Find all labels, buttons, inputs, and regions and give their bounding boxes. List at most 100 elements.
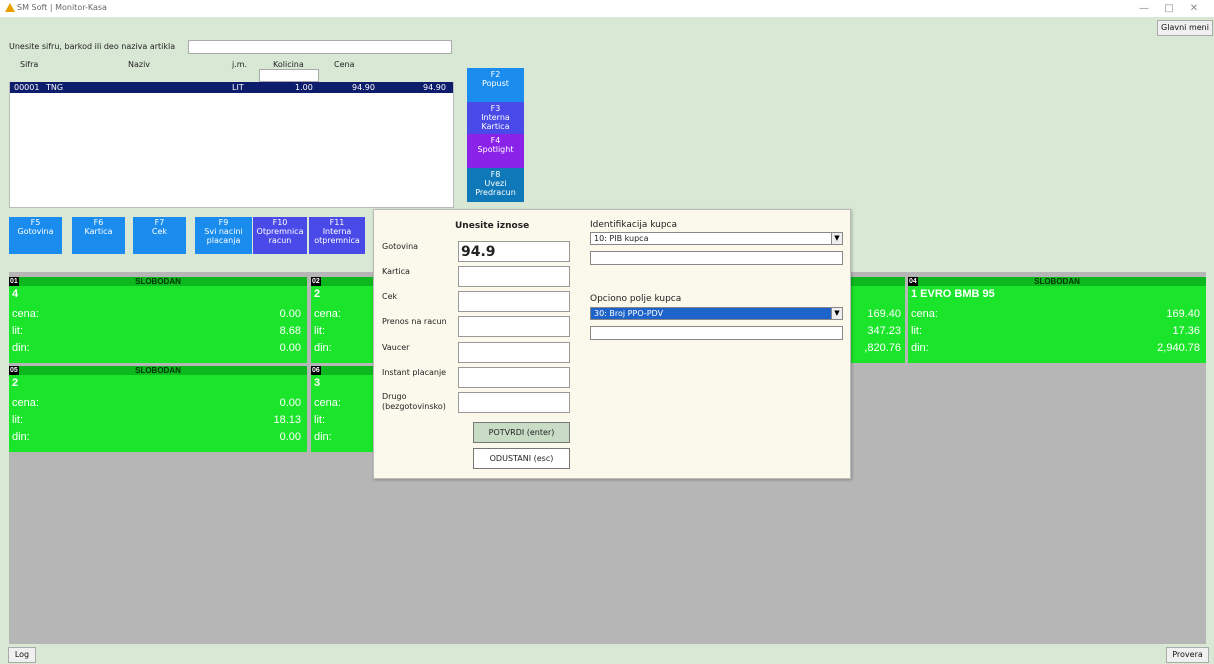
- card-button[interactable]: F6 Kartica: [72, 217, 125, 254]
- liters-value: 347.23: [867, 325, 901, 337]
- panel-product: 1 EVRO BMB 95: [911, 288, 995, 300]
- bank-transfer-input[interactable]: [458, 316, 570, 337]
- dinars-value: 2,940.78: [1157, 342, 1200, 354]
- minimize-icon[interactable]: —: [1132, 1, 1156, 16]
- optional-field-selected: 30: Broj PPO-PDV: [594, 309, 664, 318]
- search-label: Unesite sifru, barkod ili deo naziva art…: [9, 42, 176, 51]
- voucher-label: Vaucer: [382, 343, 410, 352]
- panel-status: SLOBODAN: [135, 366, 181, 375]
- internal-card-button[interactable]: F3 Interna Kartica: [467, 102, 524, 134]
- card-label: Kartica: [382, 267, 410, 276]
- item-code: 00001: [14, 83, 40, 92]
- other-payment-label: Drugo (bezgotovinsko): [382, 392, 446, 411]
- cash-button[interactable]: F5 Gotovina: [9, 217, 62, 254]
- panel-product: 3: [314, 377, 321, 389]
- button-label: Interna otpremnica: [314, 227, 360, 245]
- button-label: Interna Kartica: [481, 113, 510, 131]
- column-header-code: Sifra: [20, 60, 39, 69]
- price-value: 169.40: [867, 308, 901, 320]
- panel-product: 2: [314, 288, 321, 300]
- main-menu-button[interactable]: Glavni meni: [1157, 20, 1213, 36]
- maximize-icon[interactable]: □: [1157, 1, 1181, 16]
- import-invoice-button[interactable]: F8 Uvezi Predracun: [467, 168, 524, 202]
- key-label: F4: [490, 136, 501, 145]
- column-header-name: Naziv: [128, 60, 151, 69]
- liters-value: 8.68: [279, 325, 301, 337]
- pump-panel-03[interactable]: 169.40 347.23 ,820.76: [851, 277, 905, 363]
- key-label: F10: [272, 218, 288, 227]
- chevron-down-icon[interactable]: ▼: [831, 233, 842, 244]
- button-label: Spotlight: [477, 145, 514, 154]
- dinars-value: ,820.76: [864, 342, 901, 354]
- liters-label: lit:: [911, 325, 922, 337]
- key-label: F11: [329, 218, 345, 227]
- status-bar: [0, 644, 1214, 664]
- pump-panel-04[interactable]: 04 SLOBODAN 1 EVRO BMB 95 cena: 169.40 l…: [908, 277, 1206, 363]
- key-label: F7: [154, 218, 165, 227]
- panel-number: 02: [311, 277, 321, 286]
- dinars-label: din:: [12, 342, 30, 354]
- log-button[interactable]: Log: [8, 647, 36, 663]
- item-list[interactable]: [9, 82, 454, 208]
- column-header-price: Cena: [334, 60, 355, 69]
- button-label: Svi nacini placanja: [204, 227, 243, 245]
- other-payment-input[interactable]: [458, 392, 570, 413]
- dinars-label: din:: [314, 431, 332, 443]
- pump-panel-05[interactable]: 05 SLOBODAN 2 cena: 0.00 lit: 18.13 din:…: [9, 366, 307, 452]
- optional-field-select[interactable]: 30: Broj PPO-PDV ▼: [590, 307, 843, 320]
- liters-value: 18.13: [273, 414, 301, 426]
- discount-button[interactable]: F2 Popust: [467, 68, 524, 102]
- quantity-input[interactable]: [259, 69, 319, 82]
- panel-number: 06: [311, 366, 321, 375]
- price-label: cena:: [911, 308, 938, 320]
- check-button-bottom[interactable]: Provera: [1166, 647, 1209, 663]
- dinars-value: 0.00: [279, 342, 301, 354]
- confirm-button[interactable]: POTVRDI (enter): [473, 422, 570, 443]
- price-label: cena:: [12, 397, 39, 409]
- search-input[interactable]: [188, 40, 452, 54]
- customer-id-label: Identifikacija kupca: [590, 220, 678, 230]
- key-label: F9: [218, 218, 229, 227]
- pump-panel-02[interactable]: 02 2 cena: lit: din:: [311, 277, 373, 363]
- customer-id-select[interactable]: 10: PIB kupca ▼: [590, 232, 843, 245]
- spotlight-button[interactable]: F4 Spotlight: [467, 134, 524, 168]
- panel-status: SLOBODAN: [1034, 277, 1080, 286]
- item-qty: 1.00: [295, 83, 313, 92]
- optional-field-input[interactable]: [590, 326, 843, 340]
- item-total: 94.90: [423, 83, 446, 92]
- app-icon: [5, 3, 15, 12]
- all-payments-button[interactable]: F9 Svi nacini placanja: [195, 217, 252, 254]
- card-amount-input[interactable]: [458, 266, 570, 287]
- cancel-button[interactable]: ODUSTANI (esc): [473, 448, 570, 469]
- price-label: cena:: [314, 397, 341, 409]
- voucher-input[interactable]: [458, 342, 570, 363]
- pump-panel-06[interactable]: 06 3 cena: lit: din:: [311, 366, 373, 452]
- table-row[interactable]: 00001 TNG LIT 1.00 94.90 94.90: [10, 82, 453, 93]
- liters-label: lit:: [314, 325, 325, 337]
- liters-label: lit:: [314, 414, 325, 426]
- check-amount-input[interactable]: [458, 291, 570, 312]
- close-icon[interactable]: ✕: [1182, 1, 1206, 16]
- panel-header: [851, 277, 905, 286]
- cash-label: Gotovina: [382, 242, 419, 251]
- internal-delivery-button[interactable]: F11 Interna otpremnica: [309, 217, 365, 254]
- price-value: 0.00: [279, 397, 301, 409]
- button-label: Kartica: [84, 227, 113, 236]
- dinars-label: din:: [12, 431, 30, 443]
- chevron-down-icon[interactable]: ▼: [831, 308, 842, 319]
- delivery-invoice-button[interactable]: F10 Otpremnica racun: [253, 217, 307, 254]
- button-label: Popust: [482, 79, 509, 88]
- pump-panel-01[interactable]: 01 SLOBODAN 4 cena: 0.00 lit: 8.68 din: …: [9, 277, 307, 363]
- optional-field-label: Opciono polje kupca: [590, 294, 682, 304]
- customer-id-input[interactable]: [590, 251, 843, 265]
- key-label: F8: [490, 170, 501, 179]
- check-button[interactable]: F7 Cek: [133, 217, 186, 254]
- instant-payment-input[interactable]: [458, 367, 570, 388]
- cash-amount-input[interactable]: 94.9: [458, 241, 570, 262]
- bank-transfer-label: Prenos na racun: [382, 317, 447, 326]
- panel-status: SLOBODAN: [135, 277, 181, 286]
- column-header-qty: Kolicina: [273, 60, 304, 69]
- liters-label: lit:: [12, 414, 23, 426]
- item-price: 94.90: [352, 83, 375, 92]
- dinars-label: din:: [911, 342, 929, 354]
